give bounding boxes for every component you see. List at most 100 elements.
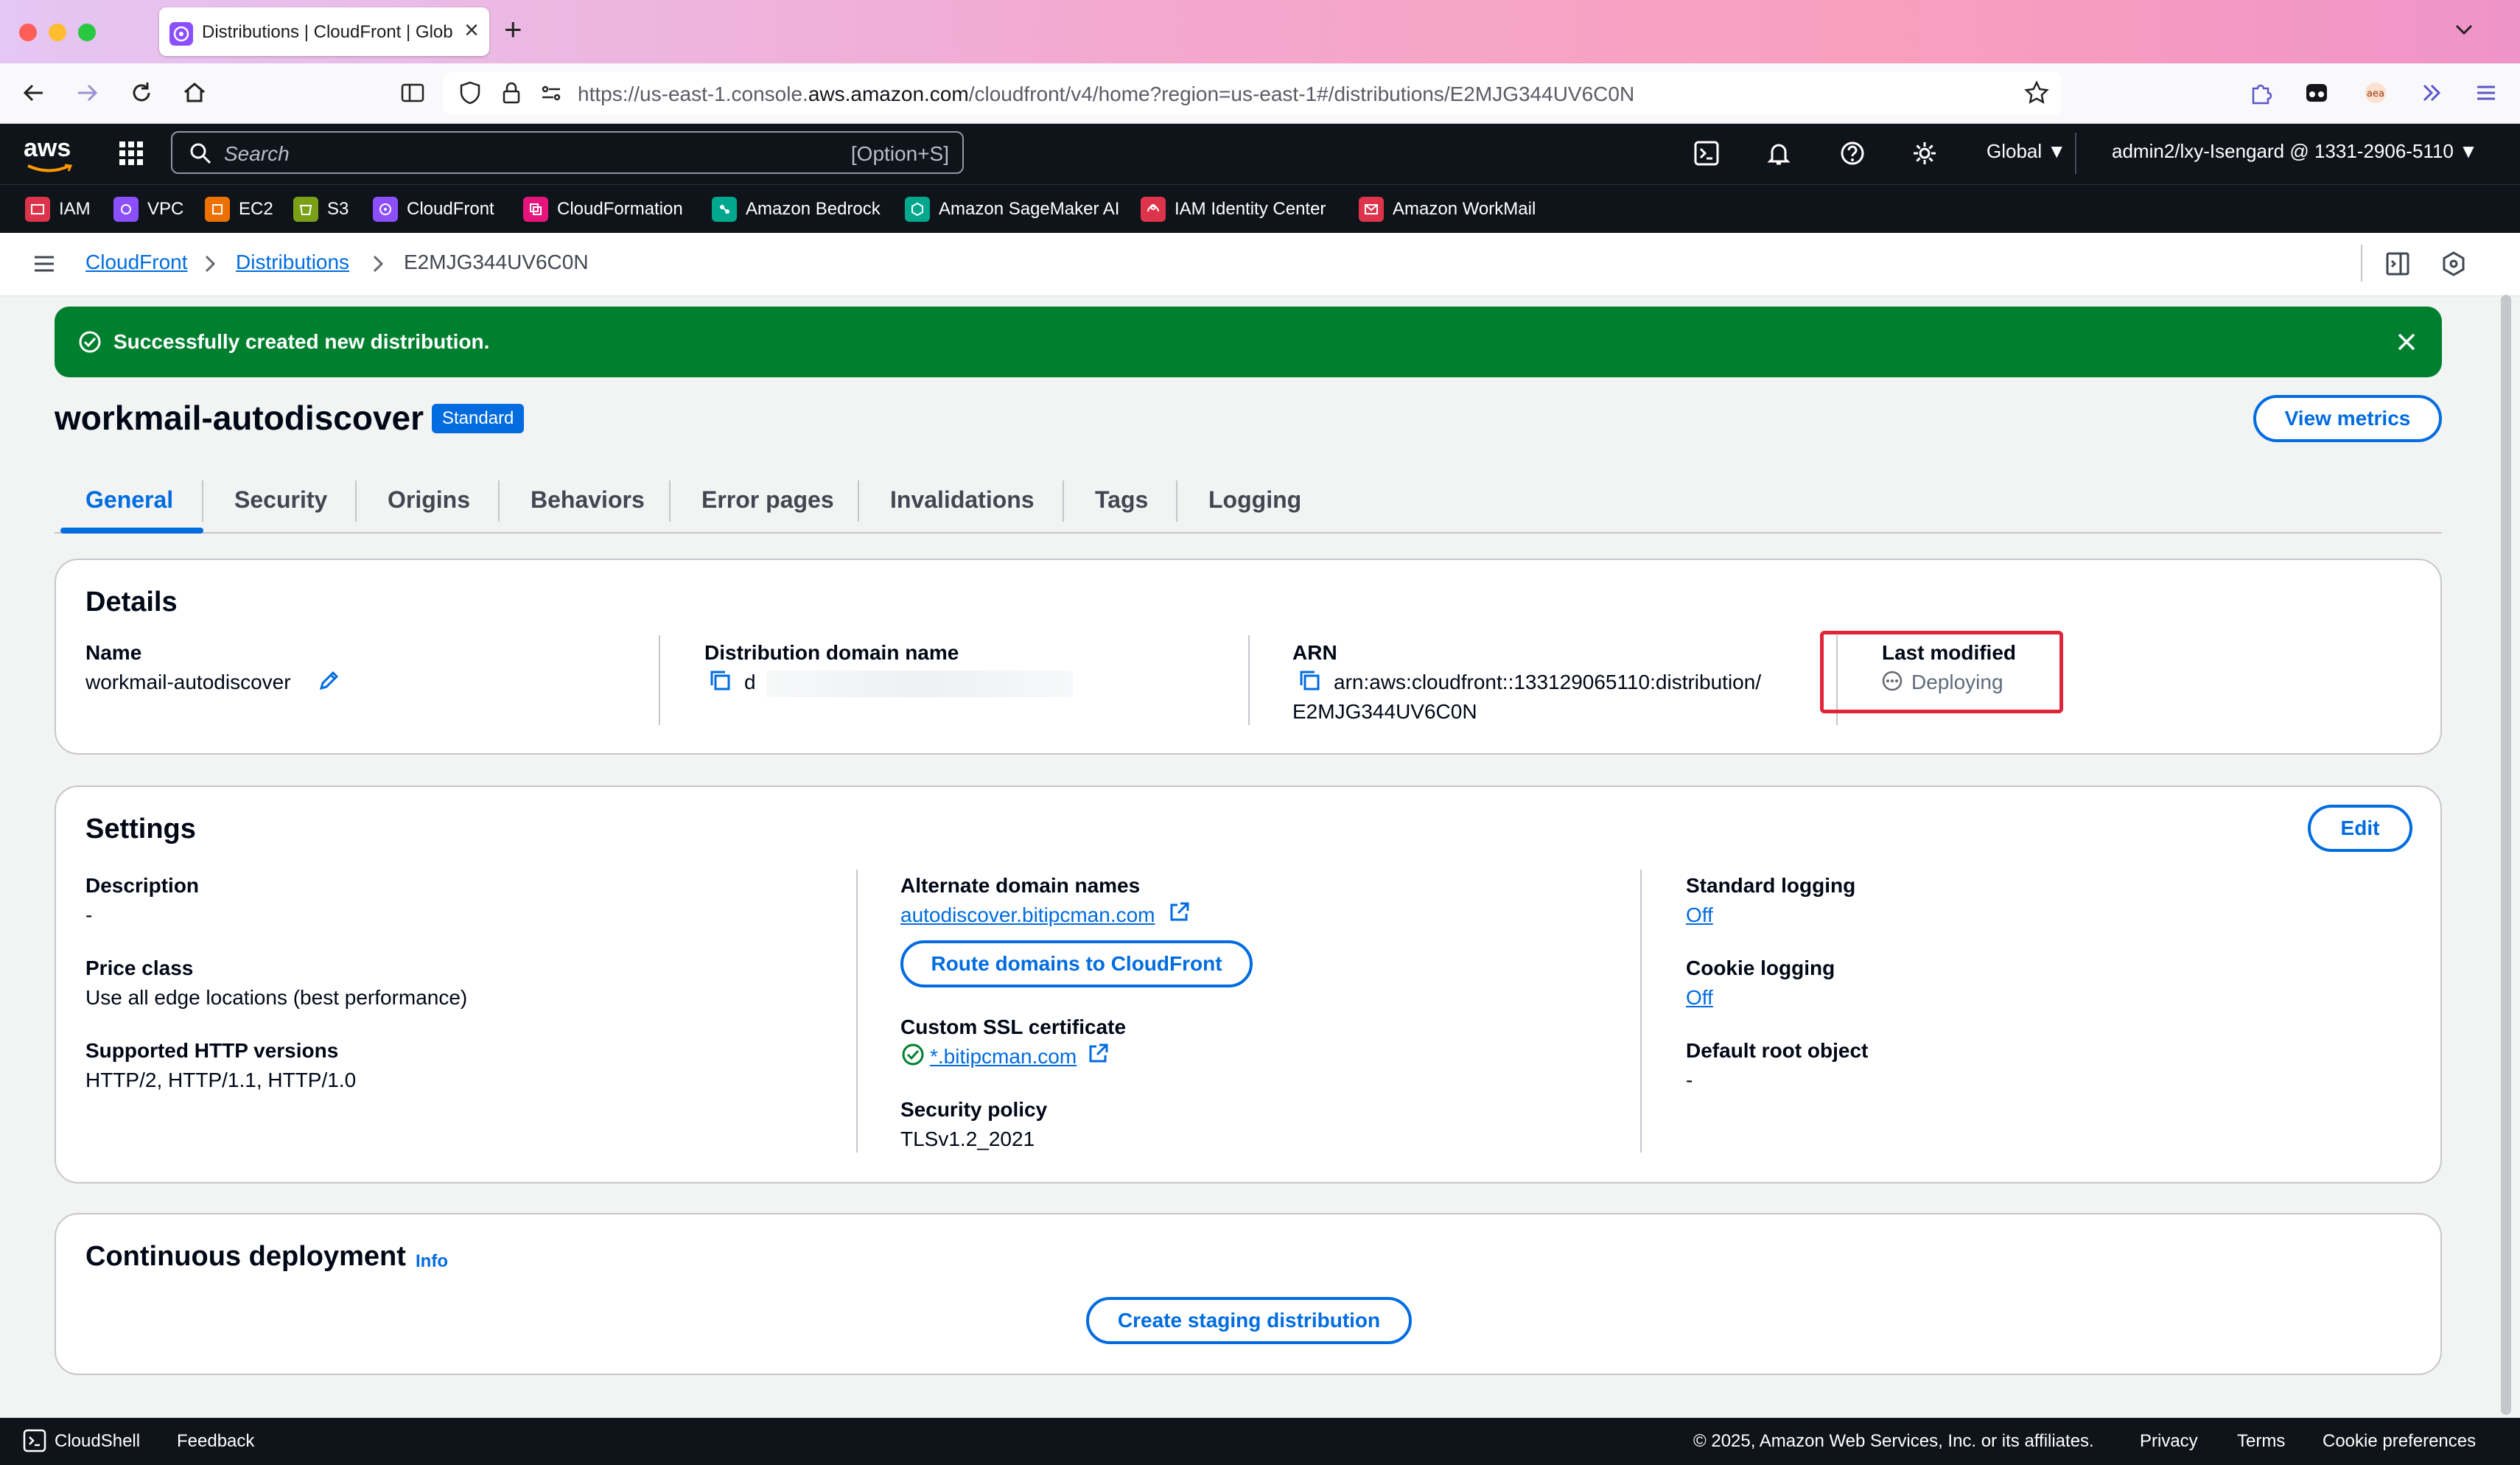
browser-tab[interactable]: Distributions | CloudFront | Glob × [159,7,489,56]
favorite-cloudformation[interactable]: CloudFormation [523,195,683,224]
window-zoom-button[interactable] [78,24,96,41]
favorite-cloudfront[interactable]: CloudFront [373,195,494,224]
favorite-label: VPC [147,199,184,219]
window-minimize-button[interactable] [49,24,66,41]
terms-link[interactable]: Terms [2237,1431,2285,1452]
tab-logging[interactable]: Logging [1208,486,1301,514]
name-value: workmail-autodiscover [85,671,291,693]
favorite-iam[interactable]: IAM [25,195,91,224]
tab-behaviors[interactable]: Behaviors [531,486,645,514]
home-icon[interactable] [180,78,209,108]
sidebar-toggle-icon[interactable] [398,78,427,108]
reload-icon[interactable] [127,78,156,108]
tab-general[interactable]: General [85,486,173,514]
flash-message: Successfully created new distribution. [113,330,490,353]
favorite-ec2[interactable]: EC2 [205,195,273,224]
route-domains-button[interactable]: Route domains to CloudFront [900,940,1253,987]
account-menu[interactable]: admin2/lxy-Isengard @ 1331-2906-5110 ▼ [2112,140,2478,163]
window-close-button[interactable] [19,24,37,41]
extension-aea-icon[interactable]: aea [2361,78,2390,108]
create-staging-distribution-button[interactable]: Create staging distribution [1086,1297,1412,1344]
region-label: Global [1987,140,2043,162]
page-title: workmail-autodiscover [55,399,424,437]
url-text[interactable]: https://us-east-1.console.aws.amazon.com… [578,83,1634,106]
aws-logo-smile-icon [27,164,72,174]
breadcrumb-cloudfront[interactable]: CloudFront [85,251,188,274]
shield-icon[interactable] [455,78,485,108]
info-link[interactable]: Info [416,1251,448,1272]
site-permissions-icon[interactable] [536,78,566,108]
settings-hexagon-icon[interactable] [2439,249,2468,279]
copy-icon[interactable] [1297,668,1323,694]
edit-button[interactable]: Edit [2308,805,2412,852]
breadcrumb-distributions[interactable]: Distributions [236,251,349,274]
favorite-label: CloudFormation [557,199,683,219]
favorite-label: IAM [59,199,91,219]
settings-gear-icon[interactable] [1910,139,1939,168]
tab-invalidations[interactable]: Invalidations [890,486,1035,514]
security-policy-value: TLSv1.2_2021 [900,1127,1035,1150]
ssl-certificate-link[interactable]: *.bitipcman.com [930,1045,1077,1069]
http-versions-label: Supported HTTP versions [85,1039,339,1062]
more-tools-chevrons-icon[interactable] [2417,78,2446,108]
new-tab-button[interactable]: + [504,12,522,47]
alternate-domain-link[interactable]: autodiscover.bitipcman.com [900,903,1155,927]
tab-error-pages[interactable]: Error pages [701,486,834,514]
standard-logging-link[interactable]: Off [1686,903,1713,927]
tab-security[interactable]: Security [234,486,327,514]
edit-pencil-icon[interactable] [315,668,342,694]
dismiss-close-icon[interactable] [2393,329,2420,355]
tab-active-indicator [60,528,203,534]
cloudshell-icon[interactable] [22,1428,47,1453]
side-nav-menu-icon[interactable] [31,251,57,277]
extensions-puzzle-icon[interactable] [2246,78,2275,108]
page-scrollbar[interactable] [2501,295,2511,1415]
tab-close-icon[interactable]: × [464,16,479,45]
tab-tags[interactable]: Tags [1095,486,1148,514]
tab-origins[interactable]: Origins [388,486,470,514]
favorite-label: S3 [327,199,349,219]
privacy-link[interactable]: Privacy [2140,1431,2198,1452]
back-arrow-icon[interactable] [19,78,49,108]
workmail-icon [1359,197,1384,222]
favorite-identity-center[interactable]: IAM Identity Center [1141,195,1326,224]
copy-icon[interactable] [707,668,734,694]
external-link-icon[interactable] [1086,1042,1110,1066]
tools-panel-icon[interactable] [2383,249,2412,279]
tab-separator [202,480,203,522]
cookie-logging-link[interactable]: Off [1686,986,1713,1010]
cloudshell-icon[interactable] [1692,139,1721,168]
favorite-bedrock[interactable]: Amazon Bedrock [712,195,881,224]
name-label: Name [85,641,142,664]
tab-separator [355,480,357,522]
region-selector[interactable]: Global ▼ [1987,140,2066,163]
caret-down-icon: ▼ [2459,140,2478,162]
iam-icon [25,197,50,222]
view-metrics-button[interactable]: View metrics [2253,395,2442,442]
help-icon[interactable] [1838,139,1867,168]
favorite-workmail[interactable]: Amazon WorkMail [1359,195,1536,224]
favorite-label: IAM Identity Center [1175,199,1326,219]
forward-arrow-icon[interactable] [72,78,102,108]
services-grid-icon[interactable] [116,139,146,168]
url-prefix: https://us-east-1.console. [578,83,808,105]
app-menu-icon[interactable] [2471,78,2501,108]
bookmark-star-icon[interactable] [2022,78,2051,108]
favorite-s3[interactable]: S3 [293,195,349,224]
url-path: /cloudfront/v4/home?region=us-east-1#/di… [968,83,1635,105]
aws-logo[interactable]: aws [24,134,71,163]
cookie-logging-label: Cookie logging [1686,957,1835,979]
caret-down-icon: ▼ [2047,140,2067,162]
lock-icon[interactable] [497,78,526,108]
extension-reader-icon[interactable] [2302,78,2331,108]
external-link-icon[interactable] [1167,901,1191,924]
notifications-bell-icon[interactable] [1764,139,1793,168]
cloudshell-link[interactable]: CloudShell [55,1431,140,1452]
search-input[interactable]: Search [Option+S] [171,131,964,174]
favorite-vpc[interactable]: VPC [113,195,183,224]
favorite-sagemaker[interactable]: Amazon SageMaker AI [905,195,1119,224]
success-flash-banner: Successfully created new distribution. [55,307,2442,377]
tab-list-chevron-icon[interactable] [2449,15,2479,44]
cookie-preferences-link[interactable]: Cookie preferences [2323,1431,2476,1452]
feedback-link[interactable]: Feedback [177,1431,254,1452]
